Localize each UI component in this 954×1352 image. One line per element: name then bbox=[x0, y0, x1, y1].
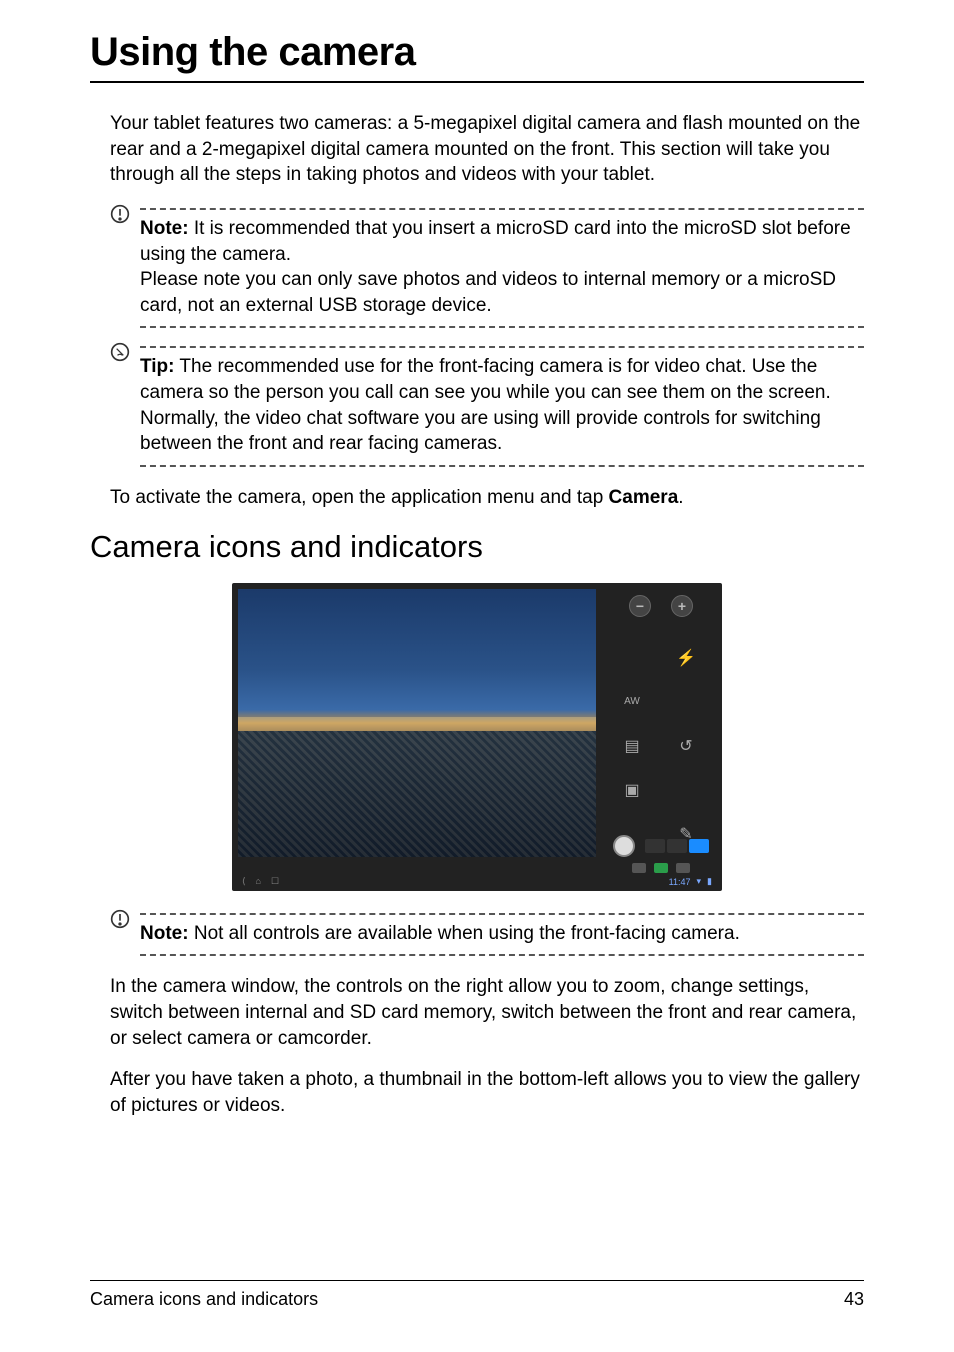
storage-icon[interactable]: ▤ bbox=[619, 733, 645, 759]
intro-paragraph: Your tablet features two cameras: a 5-me… bbox=[110, 111, 864, 188]
note1-line2: Please note you can only save photos and… bbox=[140, 267, 864, 318]
mode-video[interactable] bbox=[645, 839, 665, 853]
system-status-bar: ⟨ ⌂ ☐ 11:47 ▾ ▮ bbox=[238, 875, 716, 889]
spacer bbox=[619, 645, 645, 671]
footer-page-number: 43 bbox=[844, 1289, 864, 1310]
mode-indicator-2 bbox=[654, 863, 668, 873]
tip-p1: The recommended use for the front-facing… bbox=[140, 356, 831, 403]
switch-camera-icon[interactable]: ↺ bbox=[673, 733, 699, 759]
tip-callout: Tip: The recommended use for the front-f… bbox=[110, 346, 864, 467]
nav-back-icon[interactable]: ⟨ bbox=[242, 876, 246, 887]
battery-icon: ▮ bbox=[707, 876, 712, 887]
note1-p1: It is recommended that you insert a micr… bbox=[140, 218, 851, 265]
status-time: 11:47 bbox=[669, 877, 691, 887]
mode-toggle[interactable] bbox=[645, 839, 709, 853]
spacer3 bbox=[673, 777, 699, 803]
spacer2 bbox=[673, 689, 699, 715]
note1-label: Note: bbox=[140, 218, 189, 239]
activate-suffix: . bbox=[678, 487, 683, 508]
paragraph-thumbnail: After you have taken a photo, a thumbnai… bbox=[110, 1067, 864, 1118]
activate-app-name: Camera bbox=[609, 487, 679, 508]
note2-text: Not all controls are available when usin… bbox=[189, 923, 740, 944]
wifi-icon: ▾ bbox=[697, 876, 702, 887]
note2-label: Note: bbox=[140, 923, 189, 944]
paragraph-controls: In the camera window, the controls on th… bbox=[110, 974, 864, 1051]
note-callout-1: Note: It is recommended that you insert … bbox=[110, 208, 864, 329]
page-title: Using the camera bbox=[90, 30, 864, 83]
gallery-icon[interactable]: ▣ bbox=[619, 777, 645, 803]
mode-indicator-1 bbox=[632, 863, 646, 873]
white-balance-icon[interactable]: AW bbox=[619, 689, 645, 715]
footer-section-name: Camera icons and indicators bbox=[90, 1289, 318, 1310]
tip-line1: Tip: The recommended use for the front-f… bbox=[140, 354, 864, 405]
mode-camera[interactable] bbox=[689, 839, 709, 853]
activate-prefix: To activate the camera, open the applica… bbox=[110, 487, 609, 508]
page-footer: Camera icons and indicators 43 bbox=[90, 1280, 864, 1310]
nav-recent-icon[interactable]: ☐ bbox=[271, 876, 279, 887]
tip-icon bbox=[110, 342, 130, 362]
nav-home-icon[interactable]: ⌂ bbox=[256, 876, 261, 887]
zoom-in-button[interactable]: + bbox=[671, 595, 693, 617]
tip-line2: Normally, the video chat software you ar… bbox=[140, 406, 864, 457]
note1-line1: Note: It is recommended that you insert … bbox=[140, 216, 864, 267]
shutter-button[interactable] bbox=[613, 835, 635, 857]
note-callout-2: Note: Not all controls are available whe… bbox=[110, 913, 864, 957]
mode-middle[interactable] bbox=[667, 839, 687, 853]
zoom-out-button[interactable]: − bbox=[629, 595, 651, 617]
alert-icon bbox=[110, 909, 130, 929]
alert-icon bbox=[110, 204, 130, 224]
activate-instruction: To activate the camera, open the applica… bbox=[110, 485, 864, 511]
mode-indicator-3 bbox=[676, 863, 690, 873]
tip-label: Tip: bbox=[140, 356, 174, 377]
section-title: Camera icons and indicators bbox=[90, 529, 864, 565]
note2-line: Note: Not all controls are available whe… bbox=[140, 921, 864, 947]
camera-app-screenshot: − + ⚡ AW ▤ ↺ ▣ ✎ bbox=[232, 583, 722, 891]
flash-icon[interactable]: ⚡ bbox=[673, 645, 699, 671]
viewfinder-preview bbox=[238, 589, 596, 857]
